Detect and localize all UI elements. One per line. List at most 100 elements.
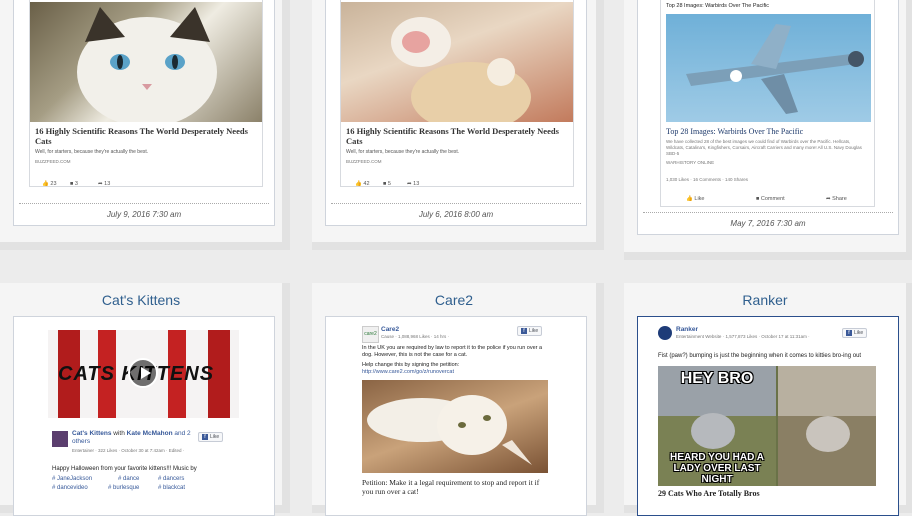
cat-paw-illustration bbox=[391, 17, 531, 122]
share-icon: ➦ bbox=[826, 196, 831, 202]
comments-count: ■ 5 bbox=[383, 181, 391, 187]
play-icon[interactable] bbox=[128, 358, 158, 388]
link-headline[interactable]: 29 Cats Who Are Totally Bros bbox=[658, 489, 760, 498]
link-description: We have collected 28 of the best images … bbox=[666, 139, 862, 156]
post-caption: Top 28 Images: Warbirds Over The Pacific bbox=[666, 3, 770, 9]
post-preview[interactable]: Top 28 Images: Warbirds Over The Pacific… bbox=[637, 0, 899, 235]
meme-image: HEY BRO HEARD YOU HAD A LADY OVER LAST N… bbox=[658, 366, 876, 486]
meme-top-text: HEY BRO bbox=[680, 370, 754, 387]
divider bbox=[19, 203, 269, 204]
share-label: Share bbox=[832, 196, 847, 202]
link-domain: WARHISTORY ONLINE bbox=[666, 160, 715, 165]
page-title[interactable]: Ranker bbox=[624, 292, 906, 308]
link-description: Well, for starters, because they're actu… bbox=[346, 149, 460, 155]
thumbs-up-icon: 👍 bbox=[355, 181, 362, 187]
facebook-icon: f bbox=[846, 330, 852, 336]
share-button[interactable]: ➦ Share bbox=[826, 196, 847, 202]
petition-link[interactable]: http://www.care2.com/go/z/runovercat bbox=[362, 369, 454, 375]
post-card-4: Cat's Kittens CATS KITTENS Cat's Kittens… bbox=[0, 283, 290, 516]
cat-face-illustration bbox=[77, 7, 217, 122]
video-thumbnail[interactable]: CATS KITTENS bbox=[48, 330, 239, 418]
thumbs-up-icon: 👍 bbox=[686, 196, 693, 202]
tag-0[interactable]: # JaneJackson bbox=[52, 476, 92, 482]
with-text: with bbox=[113, 430, 125, 437]
post-date: July 9, 2016 7:30 am bbox=[106, 210, 182, 219]
comment-icon: ■ bbox=[383, 181, 387, 187]
page-name[interactable]: Cat's Kittens bbox=[72, 430, 111, 437]
post-message: In the UK you are required by law to rep… bbox=[362, 345, 543, 358]
page-name[interactable]: Ranker bbox=[676, 326, 698, 333]
divider bbox=[643, 212, 893, 213]
fb-post: Top 28 Images: Warbirds Over The Pacific… bbox=[660, 0, 875, 207]
like-page-button[interactable]: f Like bbox=[842, 328, 868, 338]
page-name[interactable]: Care2 bbox=[381, 326, 399, 333]
link-headline[interactable]: 16 Highly Scientific Reasons The World D… bbox=[35, 126, 250, 146]
link-headline[interactable]: 16 Highly Scientific Reasons The World D… bbox=[346, 126, 561, 146]
post-stats: 1,030 Likes · 16 Comments · 140 Shares bbox=[666, 177, 749, 182]
shares-value: 13 bbox=[413, 181, 420, 187]
fb-post: care2 Care2 Cause · 1,088,968 Likes · 14… bbox=[360, 323, 554, 513]
post-card-3: Top 28 Images: Warbirds Over The Pacific… bbox=[624, 0, 912, 260]
post-preview[interactable]: CATS KITTENS Cat's Kittens with Kate McM… bbox=[13, 316, 275, 516]
tag-4[interactable]: # burlesque bbox=[108, 485, 139, 491]
likes-count: 👍 23 bbox=[42, 181, 57, 187]
cat-photo bbox=[362, 380, 548, 473]
like-page-button[interactable]: f Like bbox=[198, 432, 224, 442]
post-meta: Entertainment Website · 1,577,873 Likes … bbox=[676, 334, 810, 339]
link-description: Well, for starters, because they're actu… bbox=[35, 149, 149, 155]
tag-1[interactable]: # dance bbox=[118, 476, 139, 482]
comment-button[interactable]: ■ Comment bbox=[756, 196, 785, 202]
facebook-icon: f bbox=[521, 328, 527, 334]
post-preview[interactable]: care2 Care2 Cause · 1,088,968 Likes · 14… bbox=[325, 316, 587, 516]
like-label: Like bbox=[210, 434, 220, 440]
care2-logo: care2 bbox=[362, 326, 379, 343]
likes-value: 23 bbox=[50, 181, 57, 187]
tag-5[interactable]: # blackcat bbox=[158, 485, 185, 491]
shares-count: ➦ 13 bbox=[407, 181, 420, 187]
help-text: Help change this by signing the petition… bbox=[362, 362, 460, 368]
fb-post: Ranker Entertainment Website · 1,577,873… bbox=[654, 323, 880, 513]
post-preview[interactable]: Ranker Entertainment Website · 1,577,873… bbox=[637, 316, 899, 516]
ranker-logo bbox=[658, 326, 672, 340]
post-card-6: Ranker Ranker Entertainment Website · 1,… bbox=[624, 283, 912, 516]
post-preview[interactable]: 16 Highly Scientific Reasons The World D… bbox=[325, 0, 587, 226]
post-preview[interactable]: 16 Highly Scientific Reasons The World D… bbox=[13, 0, 275, 226]
likes-value: 42 bbox=[363, 181, 370, 187]
post-message: Fist (paw?) bumping is just the beginnin… bbox=[658, 353, 862, 359]
cat-photo bbox=[30, 2, 262, 122]
page-title[interactable]: Care2 bbox=[312, 292, 596, 308]
post-card-5: Care2 care2 Care2 Cause · 1,088,968 Like… bbox=[312, 283, 604, 516]
tag-3[interactable]: # dancevideo bbox=[52, 485, 88, 491]
like-label: Like bbox=[529, 328, 539, 334]
post-meta: Entertainer · 322 Likes · October 30 at … bbox=[72, 448, 185, 453]
comments-count: ■ 3 bbox=[70, 181, 78, 186]
warbird-photo bbox=[666, 14, 871, 122]
post-meta: Cause · 1,088,968 Likes · 14 hrs · bbox=[381, 334, 450, 339]
comment-icon: ■ bbox=[756, 196, 760, 202]
post-message: Happy Halloween from your favorite kitte… bbox=[52, 466, 197, 472]
post-date: May 7, 2016 7:30 am bbox=[730, 219, 806, 228]
link-headline[interactable]: Petition: Make it a legal requirement to… bbox=[362, 478, 552, 496]
cat-paw-photo bbox=[341, 2, 573, 122]
link-domain: BUZZFEED.COM bbox=[346, 159, 382, 164]
tag-2[interactable]: # dancers bbox=[158, 476, 184, 482]
shares-value: 13 bbox=[104, 181, 111, 187]
link-headline[interactable]: Top 28 Images: Warbirds Over The Pacific bbox=[666, 127, 803, 136]
comments-value: 5 bbox=[387, 181, 391, 187]
shares-count: ➦ 13 bbox=[98, 181, 111, 187]
facebook-icon: f bbox=[202, 434, 208, 440]
likes-count: 👍 42 bbox=[355, 181, 370, 187]
lying-cat-illustration bbox=[367, 395, 532, 465]
like-label: Like bbox=[694, 196, 705, 202]
like-page-button[interactable]: f Like bbox=[517, 326, 543, 336]
comment-label: Comment bbox=[760, 196, 785, 202]
tagged-name[interactable]: Kate McMahon bbox=[127, 430, 173, 437]
share-icon: ➦ bbox=[98, 181, 103, 187]
meme-bottom-text: HEARD YOU HAD A LADY OVER LAST NIGHT bbox=[670, 452, 764, 485]
post-card-2: 16 Highly Scientific Reasons The World D… bbox=[312, 0, 604, 250]
fb-post: 16 Highly Scientific Reasons The World D… bbox=[340, 0, 574, 187]
post-date: July 6, 2016 8:00 am bbox=[418, 210, 494, 219]
post-author: Cat's Kittens with Kate McMahon and 2 ot… bbox=[72, 430, 192, 446]
page-title[interactable]: Cat's Kittens bbox=[0, 292, 282, 308]
like-button[interactable]: 👍 Like bbox=[686, 196, 704, 202]
